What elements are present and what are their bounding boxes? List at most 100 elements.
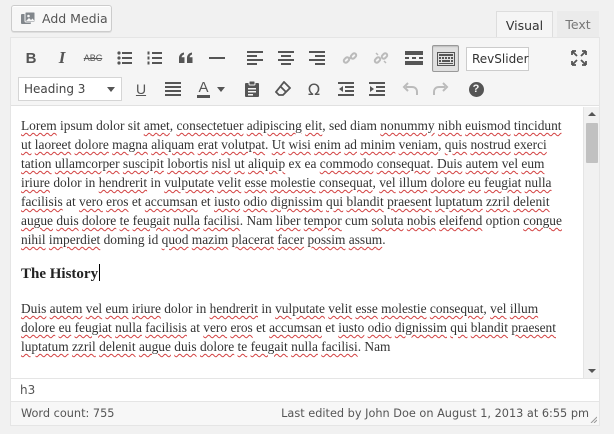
resize-handle-icon[interactable] xyxy=(589,415,597,423)
justify-button[interactable] xyxy=(160,76,186,102)
spellcheck-word: laoreet xyxy=(34,137,72,152)
spellcheck-word: dolore xyxy=(21,320,56,335)
text-cursor xyxy=(99,264,101,281)
horizontal-rule-button[interactable] xyxy=(204,45,230,71)
remove-link-button[interactable] xyxy=(368,45,394,71)
paragraph-1: Lorem ipsum dolor sit amet, consectetuer… xyxy=(21,116,574,249)
spellcheck-word: imperdiet xyxy=(48,232,101,247)
spellcheck-word: consequat xyxy=(376,156,431,171)
italic-button[interactable]: I xyxy=(49,45,75,71)
spellcheck-word: augue xyxy=(138,339,171,354)
format-select[interactable]: Heading 3 xyxy=(18,77,122,101)
read-more-icon xyxy=(405,51,423,65)
spellcheck-word: velit xyxy=(328,301,353,316)
status-bar: Word count: 755 Last edited by John Doe … xyxy=(11,401,599,425)
help-icon: ? xyxy=(468,81,484,97)
text-segment: et xyxy=(252,320,270,335)
unlink-icon xyxy=(373,52,389,64)
text-segment: dolor in xyxy=(50,175,99,190)
text-segment: ipsum dolor sit xyxy=(56,118,144,133)
spellcheck-word: luptatum xyxy=(21,339,69,354)
increase-indent-button[interactable] xyxy=(364,76,390,102)
paragraph-2: Duis autem vel eum iriure dolor in hendr… xyxy=(21,299,574,356)
add-media-button[interactable]: Add Media xyxy=(11,5,112,32)
spellcheck-word: eum xyxy=(521,156,545,171)
spellcheck-word: vel xyxy=(490,301,507,316)
text-segment: at xyxy=(62,194,80,209)
spellcheck-word: dolore xyxy=(82,213,117,228)
spellcheck-word: esse xyxy=(355,301,378,316)
spellcheck-word: te xyxy=(237,339,248,354)
fullscreen-button[interactable] xyxy=(566,45,592,71)
align-left-button[interactable] xyxy=(242,45,268,71)
omega-icon: Ω xyxy=(307,79,321,99)
bold-button[interactable]: B xyxy=(18,45,44,71)
spellcheck-word: accumsan xyxy=(269,320,322,335)
spellcheck-word: consequat xyxy=(429,301,484,316)
text-segment: in xyxy=(257,301,276,316)
spellcheck-word: iriure xyxy=(131,301,161,316)
text-segment: . Nam xyxy=(239,213,276,228)
spellcheck-word: zzril xyxy=(71,339,96,354)
toolbar-toggle-button[interactable] xyxy=(432,45,459,72)
element-path[interactable]: h3 xyxy=(11,378,599,401)
spellcheck-word: nisl xyxy=(211,156,231,171)
spellcheck-word: nulla xyxy=(524,175,552,190)
editor-content[interactable]: Lorem ipsum dolor sit amet, consectetuer… xyxy=(11,107,584,378)
spellcheck-word: feugait xyxy=(250,339,288,354)
scroll-down-icon[interactable] xyxy=(588,369,596,373)
paste-as-text-button[interactable] xyxy=(239,76,265,102)
text-color-button[interactable]: A xyxy=(191,76,231,102)
spellcheck-word: feugiat xyxy=(74,320,112,335)
spellcheck-word: tincidunt xyxy=(513,118,562,133)
outdent-icon xyxy=(338,82,354,96)
spellcheck-word: ut xyxy=(21,137,32,152)
revslider-button[interactable]: RevSlider xyxy=(466,47,529,71)
spellcheck-word: aliquip xyxy=(247,156,286,171)
spellcheck-word: nulla xyxy=(115,320,142,335)
special-character-button[interactable]: Ω xyxy=(301,76,327,102)
scroll-up-icon[interactable] xyxy=(588,112,596,116)
spellcheck-word: erat xyxy=(197,137,218,152)
blockquote-button[interactable] xyxy=(173,45,199,71)
bullet-list-button[interactable] xyxy=(112,45,138,71)
spellcheck-word: minim xyxy=(360,137,396,152)
spellcheck-word: velit xyxy=(217,175,242,190)
spellcheck-word: amet xyxy=(143,118,170,133)
content-scrollbar[interactable] xyxy=(583,107,599,378)
spellcheck-word: nobis xyxy=(406,213,436,228)
blockquote-icon xyxy=(179,52,193,63)
tab-text[interactable]: Text xyxy=(557,11,599,38)
insert-link-button[interactable] xyxy=(337,45,363,71)
redo-icon xyxy=(433,82,449,95)
spellcheck-word: delenit xyxy=(99,339,136,354)
strikethrough-button[interactable]: ABC xyxy=(80,45,106,71)
spellcheck-word: ut xyxy=(234,156,245,171)
spellcheck-word: consequat xyxy=(318,175,373,190)
read-more-button[interactable] xyxy=(401,45,427,71)
numbered-list-button[interactable] xyxy=(142,45,168,71)
redo-button[interactable] xyxy=(428,76,454,102)
spellcheck-word: praesent xyxy=(511,320,556,335)
decrease-indent-button[interactable] xyxy=(333,76,359,102)
align-center-button[interactable] xyxy=(273,45,299,71)
spellcheck-word: odio xyxy=(367,320,392,335)
spellcheck-word: duis xyxy=(174,339,197,354)
help-button[interactable]: ? xyxy=(463,76,489,102)
scroll-thumb[interactable] xyxy=(586,123,598,163)
undo-icon xyxy=(402,82,418,95)
text-segment: option xyxy=(482,213,524,228)
undo-button[interactable] xyxy=(397,76,423,102)
clear-formatting-button[interactable] xyxy=(270,76,296,102)
spellcheck-word: blandit xyxy=(346,194,384,209)
spellcheck-word: facilisis xyxy=(145,320,187,335)
spellcheck-word: dolore xyxy=(74,137,109,152)
tab-visual[interactable]: Visual xyxy=(496,11,553,38)
spellcheck-word: facilisi xyxy=(321,339,358,354)
underline-button[interactable]: U xyxy=(128,76,154,102)
align-right-button[interactable] xyxy=(304,45,330,71)
spellcheck-word: iusto xyxy=(338,320,365,335)
spellcheck-word: autem xyxy=(49,301,83,316)
spellcheck-word: nihil xyxy=(21,232,46,247)
spellcheck-word: enim xyxy=(314,137,341,152)
